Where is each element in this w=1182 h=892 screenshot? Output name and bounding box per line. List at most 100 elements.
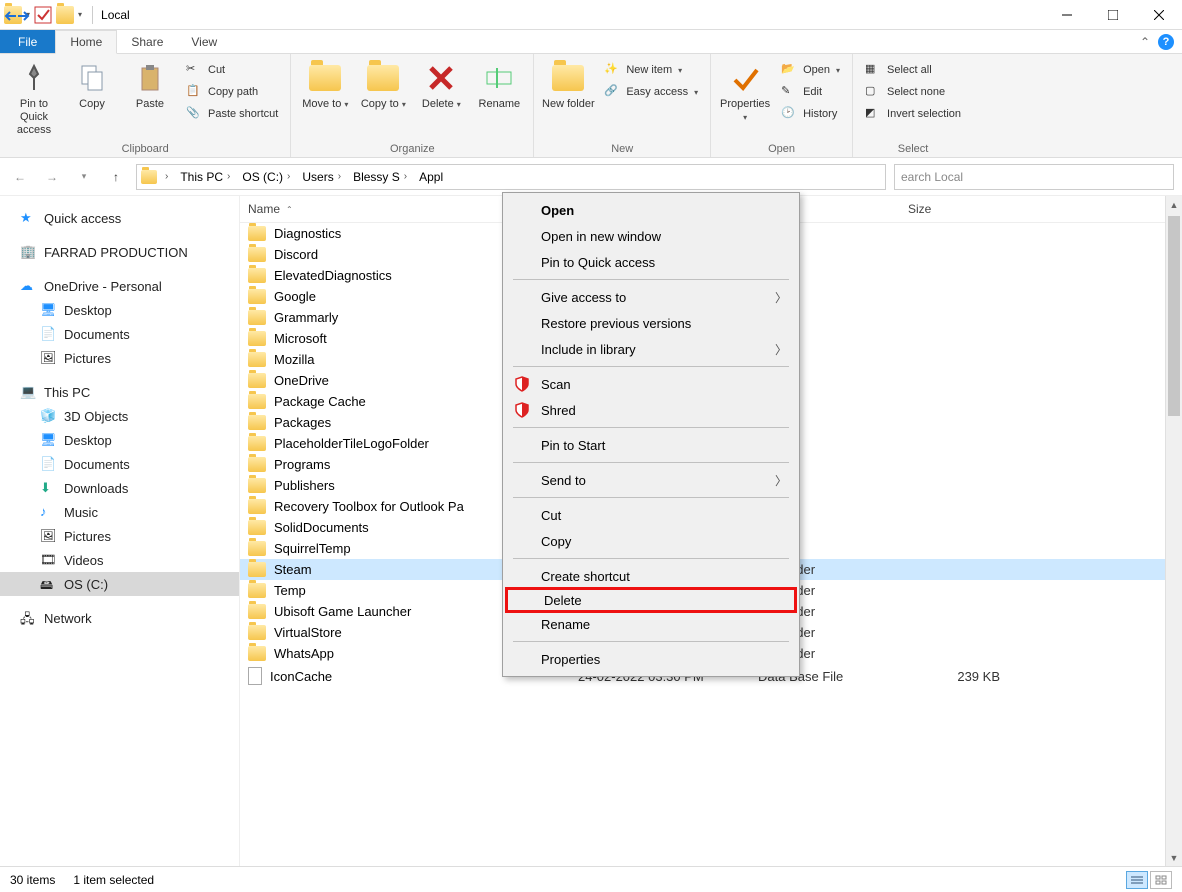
select-all-button[interactable]: ▦Select all: [859, 60, 967, 80]
ribbon-tabs: File Home Share View ⌃ ?: [0, 30, 1182, 54]
ctx-send-to[interactable]: Send to〉: [505, 467, 797, 493]
tree-od-documents[interactable]: 📄Documents: [0, 322, 239, 346]
folder-icon: [248, 268, 266, 283]
ctx-shred[interactable]: Shred: [505, 397, 797, 423]
close-button[interactable]: [1136, 0, 1182, 30]
ctx-restore-versions[interactable]: Restore previous versions: [505, 310, 797, 336]
tree-pictures[interactable]: 🖼Pictures: [0, 524, 239, 548]
address-bar[interactable]: › This PC› OS (C:)› Users› Blessy S› App…: [136, 164, 886, 190]
scroll-down-icon[interactable]: ▼: [1166, 849, 1182, 866]
file-name: ElevatedDiagnostics: [274, 268, 392, 283]
ctx-delete[interactable]: Delete: [505, 587, 797, 613]
ctx-create-shortcut[interactable]: Create shortcut: [505, 563, 797, 589]
tree-documents[interactable]: 📄Documents: [0, 452, 239, 476]
vertical-scrollbar[interactable]: ▲ ▼: [1165, 196, 1182, 866]
ctx-include-library[interactable]: Include in library〉: [505, 336, 797, 362]
file-name: OneDrive: [274, 373, 329, 388]
tree-onedrive[interactable]: ☁OneDrive - Personal: [0, 274, 239, 298]
nav-recent-button[interactable]: ▾: [72, 165, 96, 189]
view-large-icons-button[interactable]: [1150, 871, 1172, 889]
minimize-button[interactable]: [1044, 0, 1090, 30]
tree-downloads[interactable]: ⬇Downloads: [0, 476, 239, 500]
ctx-separator: [513, 558, 789, 559]
pin-quick-access-button[interactable]: Pin to Quick access: [6, 58, 62, 138]
col-size[interactable]: Size: [908, 202, 1008, 216]
help-icon[interactable]: ?: [1158, 34, 1174, 50]
desktop-icon: 🖥: [40, 432, 56, 448]
properties-button[interactable]: Properties ▾: [717, 58, 773, 124]
search-input[interactable]: earch Local: [894, 164, 1174, 190]
copy-to-button[interactable]: Copy to ▾: [355, 58, 411, 111]
paste-label: Paste: [136, 98, 164, 111]
paste-button[interactable]: Paste: [122, 58, 178, 111]
tree-videos[interactable]: 🎞Videos: [0, 548, 239, 572]
tree-3d[interactable]: 🧊3D Objects: [0, 404, 239, 428]
folder-icon: [248, 520, 266, 535]
ctx-open-new-window[interactable]: Open in new window: [505, 223, 797, 249]
rename-button[interactable]: Rename: [471, 58, 527, 111]
ctx-scan[interactable]: Scan: [505, 371, 797, 397]
view-details-button[interactable]: [1126, 871, 1148, 889]
nav-back-button[interactable]: ←: [8, 165, 32, 189]
folder-icon: [248, 646, 266, 661]
tab-home[interactable]: Home: [55, 30, 117, 54]
crumb-appdata[interactable]: Appl: [415, 170, 447, 184]
tree-desktop[interactable]: 🖥Desktop: [0, 428, 239, 452]
cut-button[interactable]: ✂Cut: [180, 60, 284, 80]
chevron-right-icon: 〉: [775, 341, 787, 358]
file-name: SquirrelTemp: [274, 541, 351, 556]
copy-path-button[interactable]: 📋Copy path: [180, 82, 284, 102]
folder-icon: [248, 226, 266, 241]
tab-share[interactable]: Share: [117, 30, 177, 53]
file-name: Publishers: [274, 478, 335, 493]
move-to-button[interactable]: Move to ▾: [297, 58, 353, 111]
scroll-thumb[interactable]: [1168, 216, 1180, 416]
qat-customize-icon[interactable]: ▾: [78, 10, 82, 19]
col-name[interactable]: Name: [248, 202, 280, 216]
newitem-icon: ✨: [604, 62, 620, 78]
nav-up-button[interactable]: ↑: [104, 165, 128, 189]
ctx-pin-quick-access[interactable]: Pin to Quick access: [505, 249, 797, 275]
paste-shortcut-button[interactable]: 📎Paste shortcut: [180, 104, 284, 124]
invert-selection-button[interactable]: ◩Invert selection: [859, 104, 967, 124]
ctx-copy[interactable]: Copy: [505, 528, 797, 554]
edit-button[interactable]: ✎Edit: [775, 82, 846, 102]
tree-thispc[interactable]: 💻This PC: [0, 380, 239, 404]
crumb-users[interactable]: Users›: [298, 170, 347, 184]
easy-access-button[interactable]: 🔗Easy access ▾: [598, 82, 704, 102]
tree-network[interactable]: 🖧Network: [0, 606, 239, 630]
ctx-open[interactable]: Open: [505, 197, 797, 223]
copypath-icon: 📋: [186, 84, 202, 100]
new-folder-button[interactable]: New folder: [540, 58, 596, 111]
crumb-osc[interactable]: OS (C:)›: [238, 170, 296, 184]
tree-od-pictures[interactable]: 🖼Pictures: [0, 346, 239, 370]
new-item-button[interactable]: ✨New item ▾: [598, 60, 704, 80]
file-name: Package Cache: [274, 394, 366, 409]
maximize-button[interactable]: [1090, 0, 1136, 30]
crumb-user[interactable]: Blessy S›: [349, 170, 413, 184]
tree-quick-access[interactable]: ★Quick access: [0, 206, 239, 230]
selectall-icon: ▦: [865, 62, 881, 78]
nav-forward-button[interactable]: →: [40, 165, 64, 189]
tree-od-desktop[interactable]: 🖥Desktop: [0, 298, 239, 322]
crumb-thispc[interactable]: This PC›: [176, 170, 236, 184]
drive-icon: 🖴: [40, 576, 56, 592]
delete-button[interactable]: Delete ▾: [413, 58, 469, 111]
qat-newfolder-icon[interactable]: [56, 6, 74, 24]
ctx-cut[interactable]: Cut: [505, 502, 797, 528]
ctx-properties[interactable]: Properties: [505, 646, 797, 672]
ctx-pin-start[interactable]: Pin to Start: [505, 432, 797, 458]
history-button[interactable]: 🕑History: [775, 104, 846, 124]
copy-button[interactable]: Copy: [64, 58, 120, 111]
tab-view[interactable]: View: [177, 30, 231, 53]
select-none-button[interactable]: ▢Select none: [859, 82, 967, 102]
scroll-up-icon[interactable]: ▲: [1166, 196, 1182, 213]
organize-group-label: Organize: [297, 141, 527, 157]
ctx-rename[interactable]: Rename: [505, 611, 797, 637]
open-button[interactable]: 📂Open ▾: [775, 60, 846, 80]
tree-farrad[interactable]: 🏢FARRAD PRODUCTION: [0, 240, 239, 264]
tree-music[interactable]: ♪Music: [0, 500, 239, 524]
tree-osc[interactable]: 🖴OS (C:): [0, 572, 239, 596]
ctx-give-access[interactable]: Give access to〉: [505, 284, 797, 310]
collapse-ribbon-icon[interactable]: ⌃: [1140, 35, 1150, 49]
